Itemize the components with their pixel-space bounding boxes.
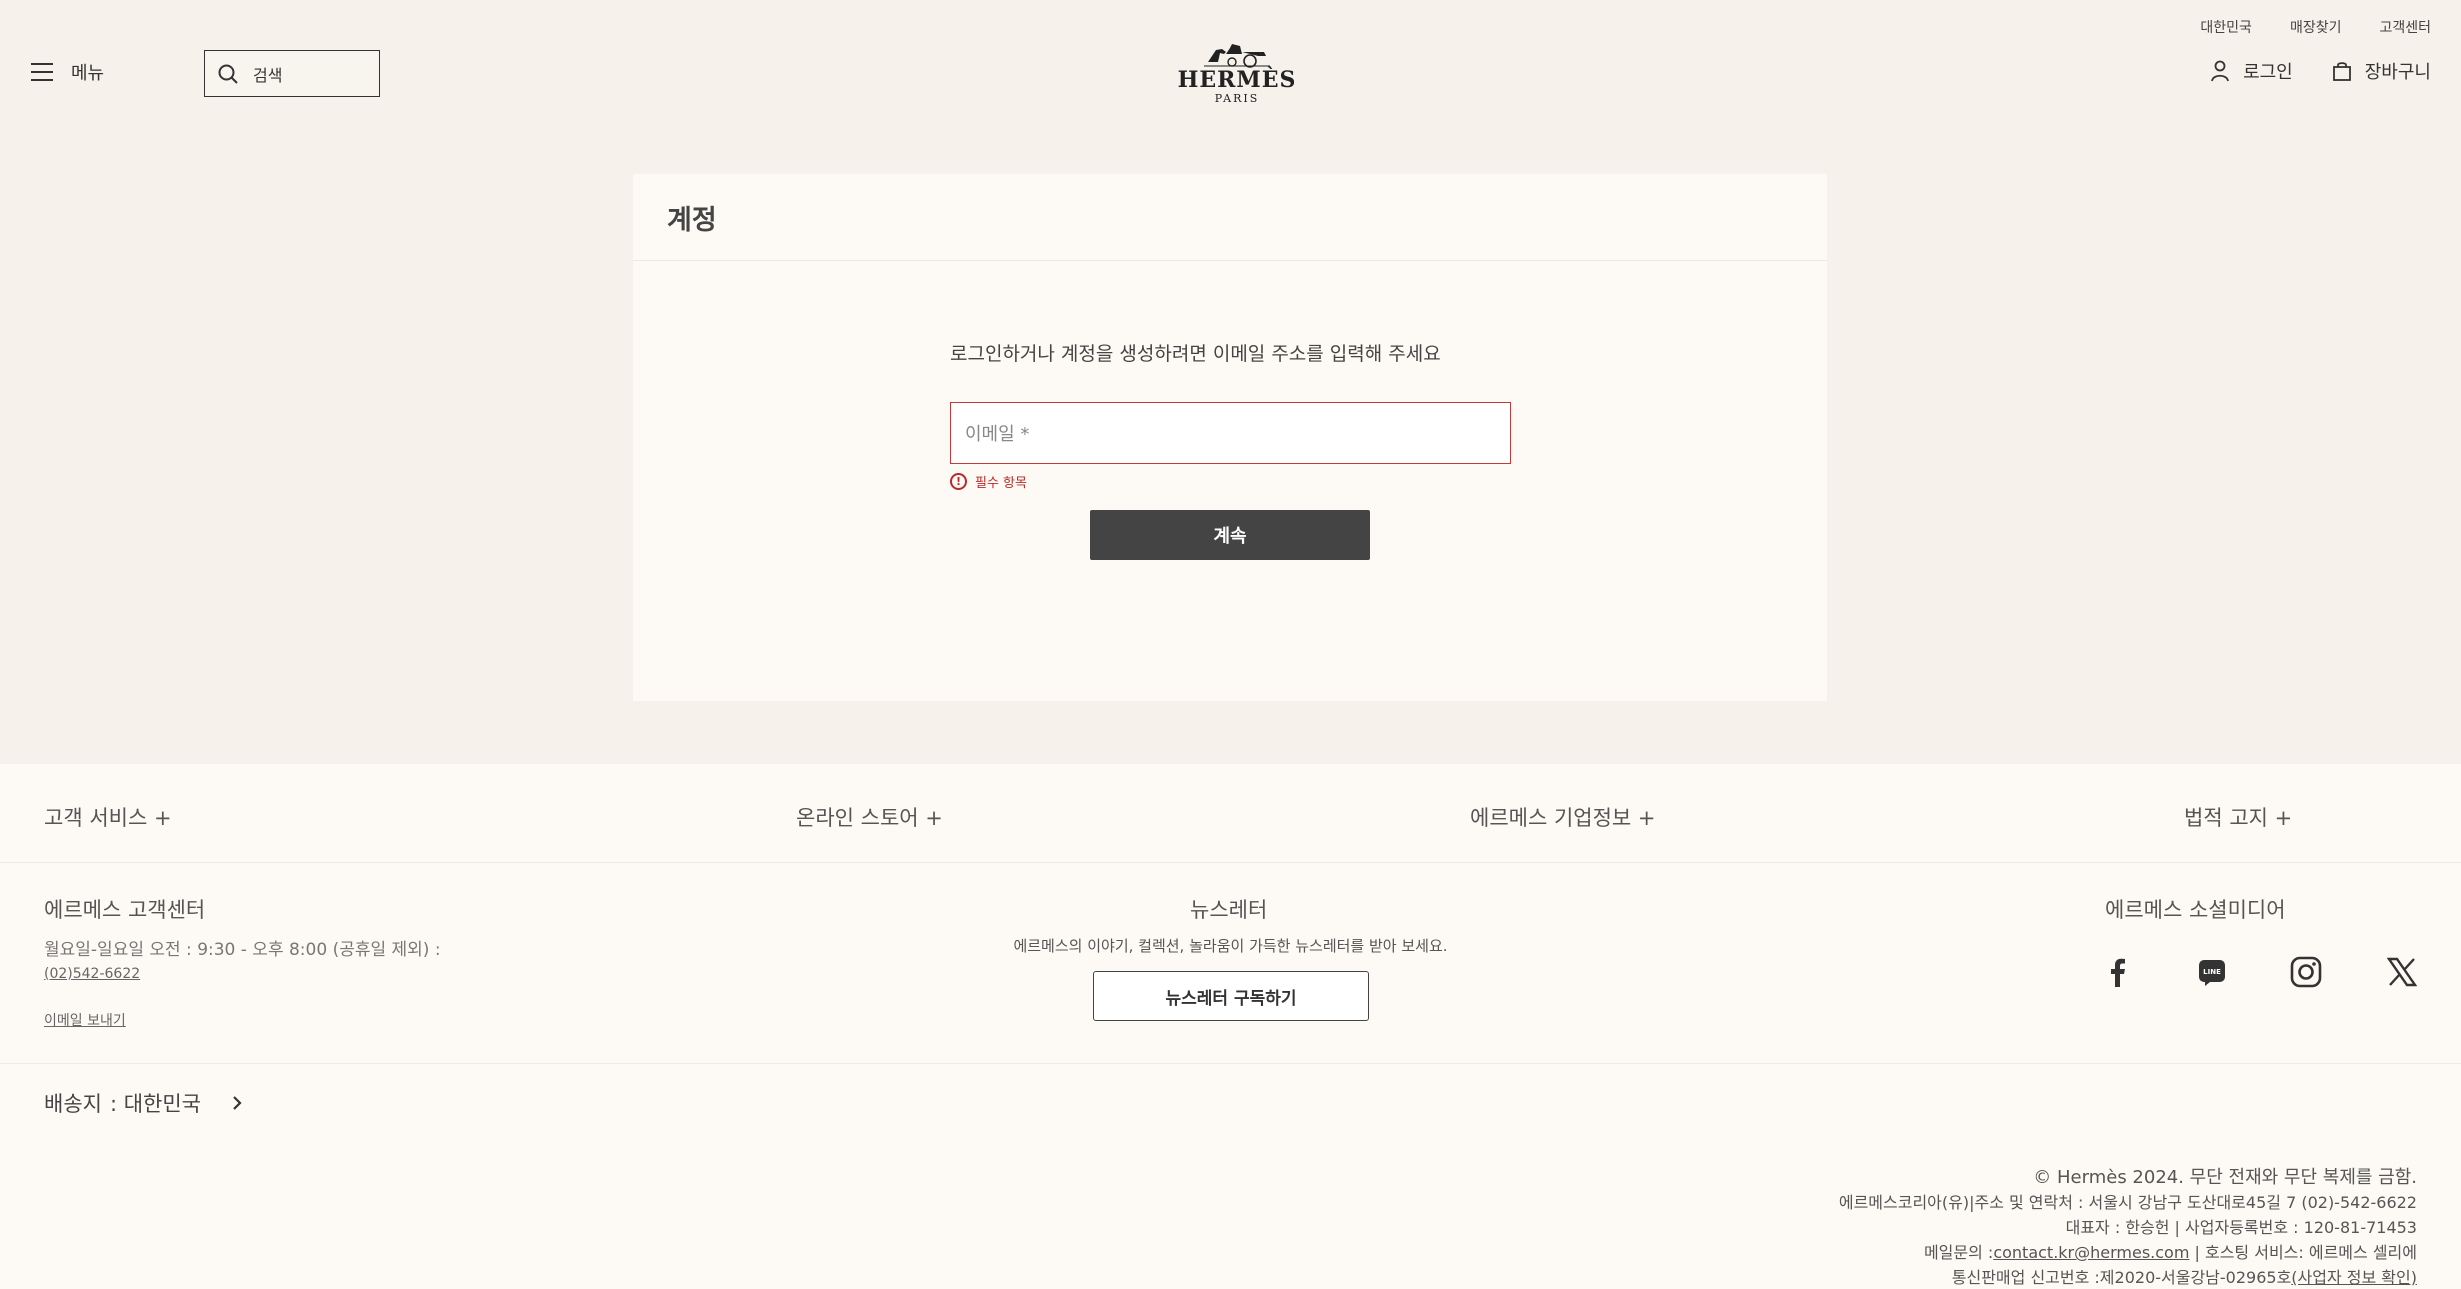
login-button[interactable]: 로그인 [2211, 58, 2293, 84]
shopping-bag-icon [2332, 62, 2351, 81]
user-icon [2211, 60, 2229, 82]
customer-center-link[interactable]: 고객센터 [2379, 17, 2431, 37]
newsletter-description: 에르메스의 이야기, 컬렉션, 놀라움이 가득한 뉴스레터를 받아 보세요. [1013, 937, 1448, 955]
error-text: 필수 항목 [975, 476, 1027, 491]
accordion-legal[interactable]: 법적 고지 + [2184, 802, 2292, 832]
shipping-country-selector[interactable]: 배송지 : 대한민국 [44, 1088, 247, 1118]
accordion-company-info[interactable]: 에르메스 기업정보 + [1470, 802, 1656, 832]
email-error: ! 필수 항목 [950, 472, 1027, 491]
header-actions: 로그인 장바구니 [2211, 58, 2431, 84]
social-media-title: 에르메스 소셜미디어 [2105, 898, 2286, 922]
newsletter-subscribe-button[interactable]: 뉴스레터 구독하기 [1093, 971, 1369, 1021]
country-link[interactable]: 대한민국 [2200, 17, 2252, 37]
instagram-icon[interactable] [2288, 954, 2324, 990]
cart-button[interactable]: 장바구니 [2332, 58, 2431, 84]
email-field[interactable]: 이메일 * [950, 402, 1511, 464]
search-placeholder: 검색 [253, 65, 283, 85]
carriage-logo-icon [1204, 44, 1270, 68]
cart-label: 장바구니 [2364, 62, 2431, 83]
contact-mail-line: 메일문의 :contact.kr@hermes.com | 호스팅 서비스: 에… [1839, 1240, 2417, 1265]
newsletter-title: 뉴스레터 [1190, 898, 1268, 922]
customer-center-title: 에르메스 고객센터 [44, 898, 206, 922]
registration-number: 통신판매업 신고번호 :제2020-서울강남-02965호 [1951, 1268, 2292, 1287]
line-icon[interactable]: LINE [2194, 954, 2230, 990]
footer-divider [0, 1063, 2461, 1064]
shipping-value: : 대한민국 [109, 1092, 201, 1116]
company-address: 에르메스코리아(유)|주소 및 연락처 : 서울시 강남구 도산대로45길 7 … [1838, 1193, 2417, 1212]
customer-center-phone[interactable]: (02)542-6622 [44, 966, 140, 982]
logo-brand-text: HERMÈS [1177, 67, 1297, 93]
mail-order-registration: 통신판매업 신고번호 :제2020-서울강남-02965호(사업자 정보 확인) [1839, 1265, 2417, 1289]
send-email-link[interactable]: 이메일 보내기 [44, 1010, 126, 1030]
company-representative: 대표자 : 한승헌 | 사업자등록번호 : 120-81-71453 [2065, 1218, 2417, 1237]
store-locator-link[interactable]: 매장찾기 [2290, 17, 2342, 37]
accordion-customer-service[interactable]: 고객 서비스 + [44, 802, 172, 832]
menu-label: 메뉴 [71, 63, 105, 84]
login-label: 로그인 [2243, 62, 2293, 83]
search-input[interactable]: 검색 [204, 50, 380, 97]
search-icon [218, 64, 238, 84]
hosting-service-text: | 호스팅 서비스: 에르메스 셀리에 [2189, 1243, 2418, 1262]
svg-text:LINE: LINE [2203, 968, 2221, 976]
login-prompt: 로그인하거나 계정을 생성하려면 이메일 주소를 입력해 주세요 [950, 343, 1441, 365]
copyright-text: © Hermès 2024. 무단 전재와 무단 복제를 금함. [2033, 1167, 2417, 1188]
menu-button[interactable]: 메뉴 [31, 59, 104, 85]
email-placeholder: 이메일 * [965, 424, 1030, 445]
hamburger-icon [31, 63, 53, 81]
account-card-header: 계정 [633, 174, 1827, 261]
accordion-online-store[interactable]: 온라인 스토어 + [796, 802, 943, 832]
chevron-right-icon [233, 1096, 242, 1110]
business-info-link[interactable]: (사업자 정보 확인) [2291, 1268, 2417, 1287]
utility-links: 대한민국 매장찾기 고객센터 [2200, 17, 2431, 37]
legal-info: © Hermès 2024. 무단 전재와 무단 복제를 금함. 에르메스코리아… [1839, 1165, 2417, 1289]
logo-city-text: PARIS [1214, 92, 1260, 105]
error-icon: ! [950, 473, 967, 490]
shipping-label: 배송지 [44, 1092, 102, 1116]
continue-button[interactable]: 계속 [1090, 510, 1370, 560]
page-title: 계정 [667, 204, 717, 236]
contact-email-link[interactable]: contact.kr@hermes.com [1993, 1243, 2189, 1262]
facebook-icon[interactable] [2100, 954, 2136, 990]
x-icon[interactable] [2384, 954, 2420, 990]
footer: 고객 서비스 + 온라인 스토어 + 에르메스 기업정보 + 법적 고지 + 에… [0, 764, 2461, 1289]
contact-mail-prefix: 메일문의 : [1923, 1243, 1994, 1262]
brand-logo[interactable]: HERMÈS PARIS [1178, 40, 1295, 106]
footer-accordion: 고객 서비스 + 온라인 스토어 + 에르메스 기업정보 + 법적 고지 + [0, 764, 2461, 863]
